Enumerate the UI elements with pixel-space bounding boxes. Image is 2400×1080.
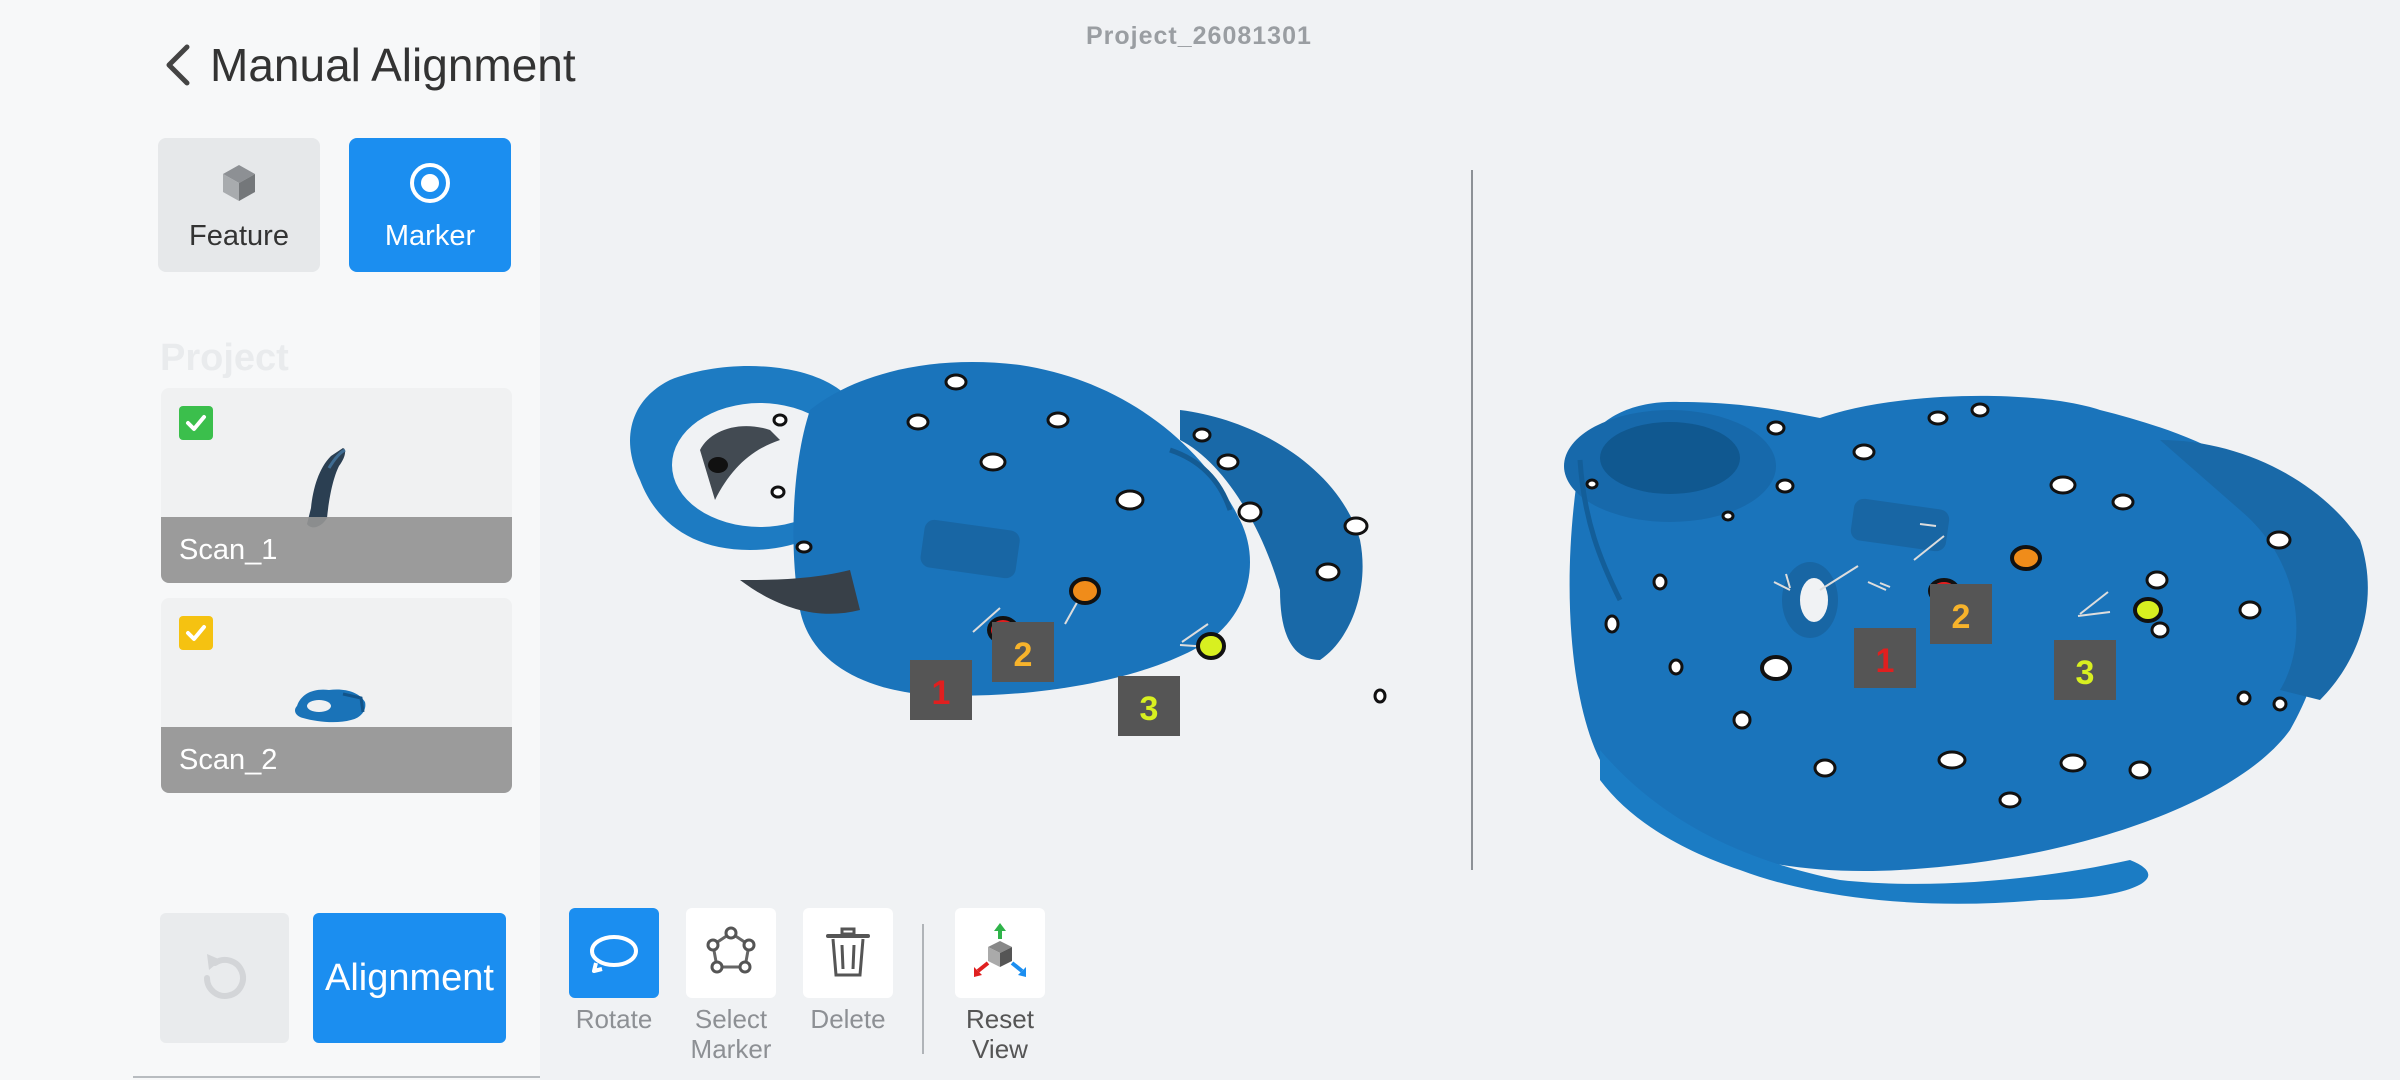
rotate-tool[interactable]: Rotate — [569, 908, 659, 1034]
rotate-label: Rotate — [575, 1004, 653, 1034]
select-marker-box[interactable] — [686, 908, 776, 998]
marker-label-2-text: 2 — [1952, 598, 1971, 636]
scan-1-checkbox[interactable] — [179, 406, 213, 440]
marker-label-1-text: 1 — [932, 674, 951, 712]
checkmark-icon — [186, 415, 206, 431]
feature-mode-label: Feature — [189, 220, 289, 252]
panel-divider — [133, 1076, 540, 1078]
trash-icon — [826, 927, 870, 977]
reset-view-tool[interactable]: Reset View — [955, 908, 1045, 1064]
marker-label-2: 2 — [992, 622, 1054, 682]
viewport-divider — [1471, 170, 1473, 870]
scan-2-name: Scan_2 — [179, 743, 278, 776]
reset-view-icon — [974, 923, 1026, 977]
select-marker-tool[interactable]: Select Marker — [686, 908, 776, 1064]
chevron-left-icon — [166, 44, 190, 86]
marker-label-3-text: 3 — [1140, 690, 1159, 728]
marker-label-1: 1 — [1854, 628, 1916, 688]
scan-viewport-left[interactable]: 1 2 3 — [560, 140, 1460, 920]
marker-label-2: 2 — [1930, 584, 1992, 644]
marker-label-1-text: 1 — [1876, 642, 1895, 680]
scan-1-model: 1 2 3 — [630, 362, 1387, 736]
alignment-label: Alignment — [325, 956, 494, 999]
delete-label: Delete — [810, 1004, 886, 1034]
scan-card-1[interactable]: Scan_1 — [161, 388, 512, 583]
undo-button[interactable] — [160, 913, 289, 1043]
marker-mode-label: Marker — [384, 220, 476, 252]
marker-mode-button[interactable]: Marker — [349, 138, 511, 272]
select-marker-icon — [706, 926, 756, 974]
marker-label-3: 3 — [1118, 676, 1180, 736]
alignment-button[interactable]: Alignment — [313, 913, 506, 1043]
marker-label-1: 1 — [910, 660, 972, 720]
toolbar-separator — [922, 924, 924, 1054]
page-title: Manual Alignment — [210, 39, 576, 91]
checkmark-icon — [186, 625, 206, 641]
project-label: Project — [160, 337, 289, 379]
marker-label-3: 3 — [2054, 640, 2116, 700]
scan-1-name: Scan_1 — [179, 533, 278, 566]
rotate-icon — [590, 935, 638, 973]
feature-mode-button[interactable]: Feature — [158, 138, 320, 272]
left-panel: Manual Alignment Feature Marker Project — [0, 0, 576, 1080]
scan-viewport-right[interactable]: 1 2 3 — [1480, 140, 2400, 920]
delete-tool[interactable]: Delete — [803, 908, 893, 1034]
back-button[interactable] — [158, 40, 198, 90]
scan-1-name-bar: Scan_1 — [161, 517, 512, 583]
cube-icon — [214, 158, 264, 208]
target-icon — [405, 158, 455, 208]
scan-2-checkbox[interactable] — [179, 616, 213, 650]
scan-2-model: 1 2 3 — [1564, 395, 2368, 904]
delete-tool-box[interactable] — [803, 908, 893, 998]
refresh-icon — [203, 954, 246, 999]
scan-card-2[interactable]: Scan_2 — [161, 598, 512, 793]
project-name: Project_26081301 — [1086, 22, 1312, 50]
reset-view-label: Reset View — [966, 1004, 1034, 1064]
marker-label-2-text: 2 — [1014, 636, 1033, 674]
rotate-tool-box[interactable] — [569, 908, 659, 998]
select-marker-label: Select Marker — [690, 1004, 772, 1064]
scan-2-name-bar: Scan_2 — [161, 727, 512, 793]
marker-label-3-text: 3 — [2076, 654, 2095, 692]
reset-view-box[interactable] — [955, 908, 1045, 998]
